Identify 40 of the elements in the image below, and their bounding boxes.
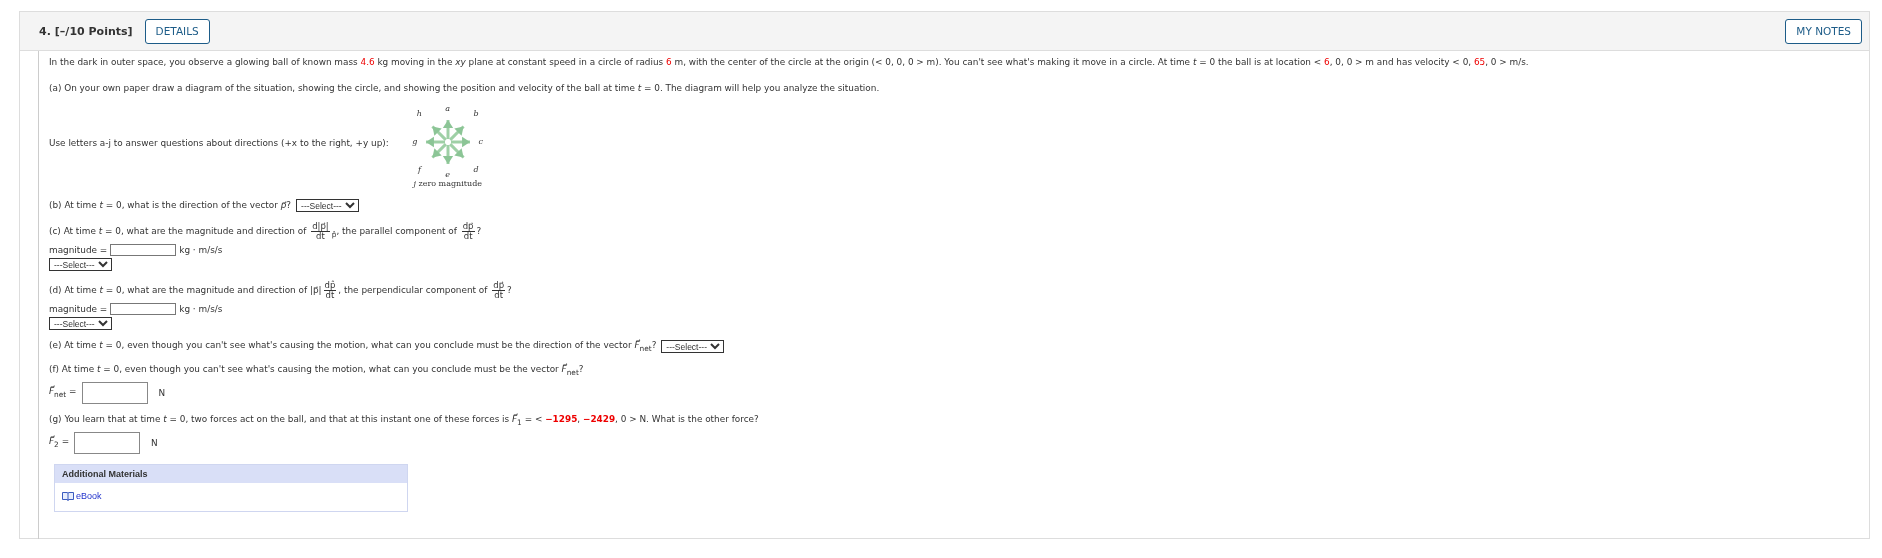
unit-label: N (158, 387, 166, 398)
magnitude-input[interactable] (110, 302, 177, 315)
direction-letter: a (445, 105, 451, 113)
question-text: (e) At time t = 0, even though you can't see what's causing the motion, what can you conclude must be the direction of the vector F⃗$_{net}$? (49, 340, 657, 354)
question-text: (b) At time t = 0, what is the direction of the vector p⃗? (49, 200, 292, 210)
vector-input[interactable] (74, 431, 141, 454)
direction-letter: f (417, 166, 421, 175)
vector-input[interactable] (81, 381, 148, 404)
book-icon (62, 490, 74, 501)
details-button[interactable]: DETAILS (144, 18, 210, 44)
unit-label: kg · m/s/s (179, 244, 223, 255)
unit-label: N (151, 437, 158, 448)
direction-letter: d (473, 166, 479, 175)
direction-letter: e (445, 171, 451, 179)
diagram-caption: j zero magnitude (413, 179, 482, 188)
vector-label: F⃗$_{2}$ = (49, 436, 70, 450)
question-text: In the dark in outer space, you observe a glowing ball of known mass 4.6 kg moving in the xy plane at constant speed in a circle of radius 6 m, with the center of the circle at the origin (< 0, 0, 0 > m). You can't see what's making it move in a circle. At time t = 0 the ball is at location < 6, 0, 0 > m and has velocity < 0, 65, 0 > m/s. (49, 57, 1530, 67)
points-label: [–/10 Points] (54, 24, 133, 38)
direction-select[interactable]: ---Select--- (49, 257, 112, 271)
materials-header: Additional Materials (55, 464, 407, 483)
question-number: 4. (39, 24, 51, 38)
my-notes-button[interactable]: MY NOTES (1785, 18, 1862, 44)
question-text: (a) On your own paper draw a diagram of the situation, showing the circle, and showing the position and velocity of the ball at time t = 0. The diagram will help you analyze the situation. (49, 83, 881, 93)
direction-select[interactable]: ---Select--- (296, 198, 360, 212)
direction-letter: g (412, 138, 418, 146)
ebook-link[interactable]: eBook (76, 490, 102, 501)
direction-letter: h (416, 109, 422, 118)
magnitude-label: magnitude = (49, 303, 108, 314)
vector-label: F⃗$_{net}$ = (49, 386, 77, 400)
magnitude-input[interactable] (110, 243, 177, 256)
direction-letter: c (478, 138, 483, 146)
direction-prompt: Use letters a-j to answer questions about directions (+x to the right, +y up): (49, 137, 389, 148)
question-text: (f) At time t = 0, even though you can't see what's causing the motion, what can you conclude must be the vector F⃗$_{net}$? (49, 364, 584, 378)
direction-arrows-drawing (425, 120, 470, 164)
direction-letter: b (473, 109, 479, 118)
question-text: (g) You learn that at time t = 0, two forces act on the ball, and that at this instant one of these forces is F⃗$_{1}$ = < −1295, −2429, 0 > N. What is the other force? (49, 414, 759, 428)
direction-select[interactable]: ---Select--- (661, 340, 725, 354)
unit-label: kg · m/s/s (179, 303, 223, 314)
direction-select[interactable]: ---Select--- (49, 316, 112, 330)
magnitude-label: magnitude = (49, 244, 108, 255)
